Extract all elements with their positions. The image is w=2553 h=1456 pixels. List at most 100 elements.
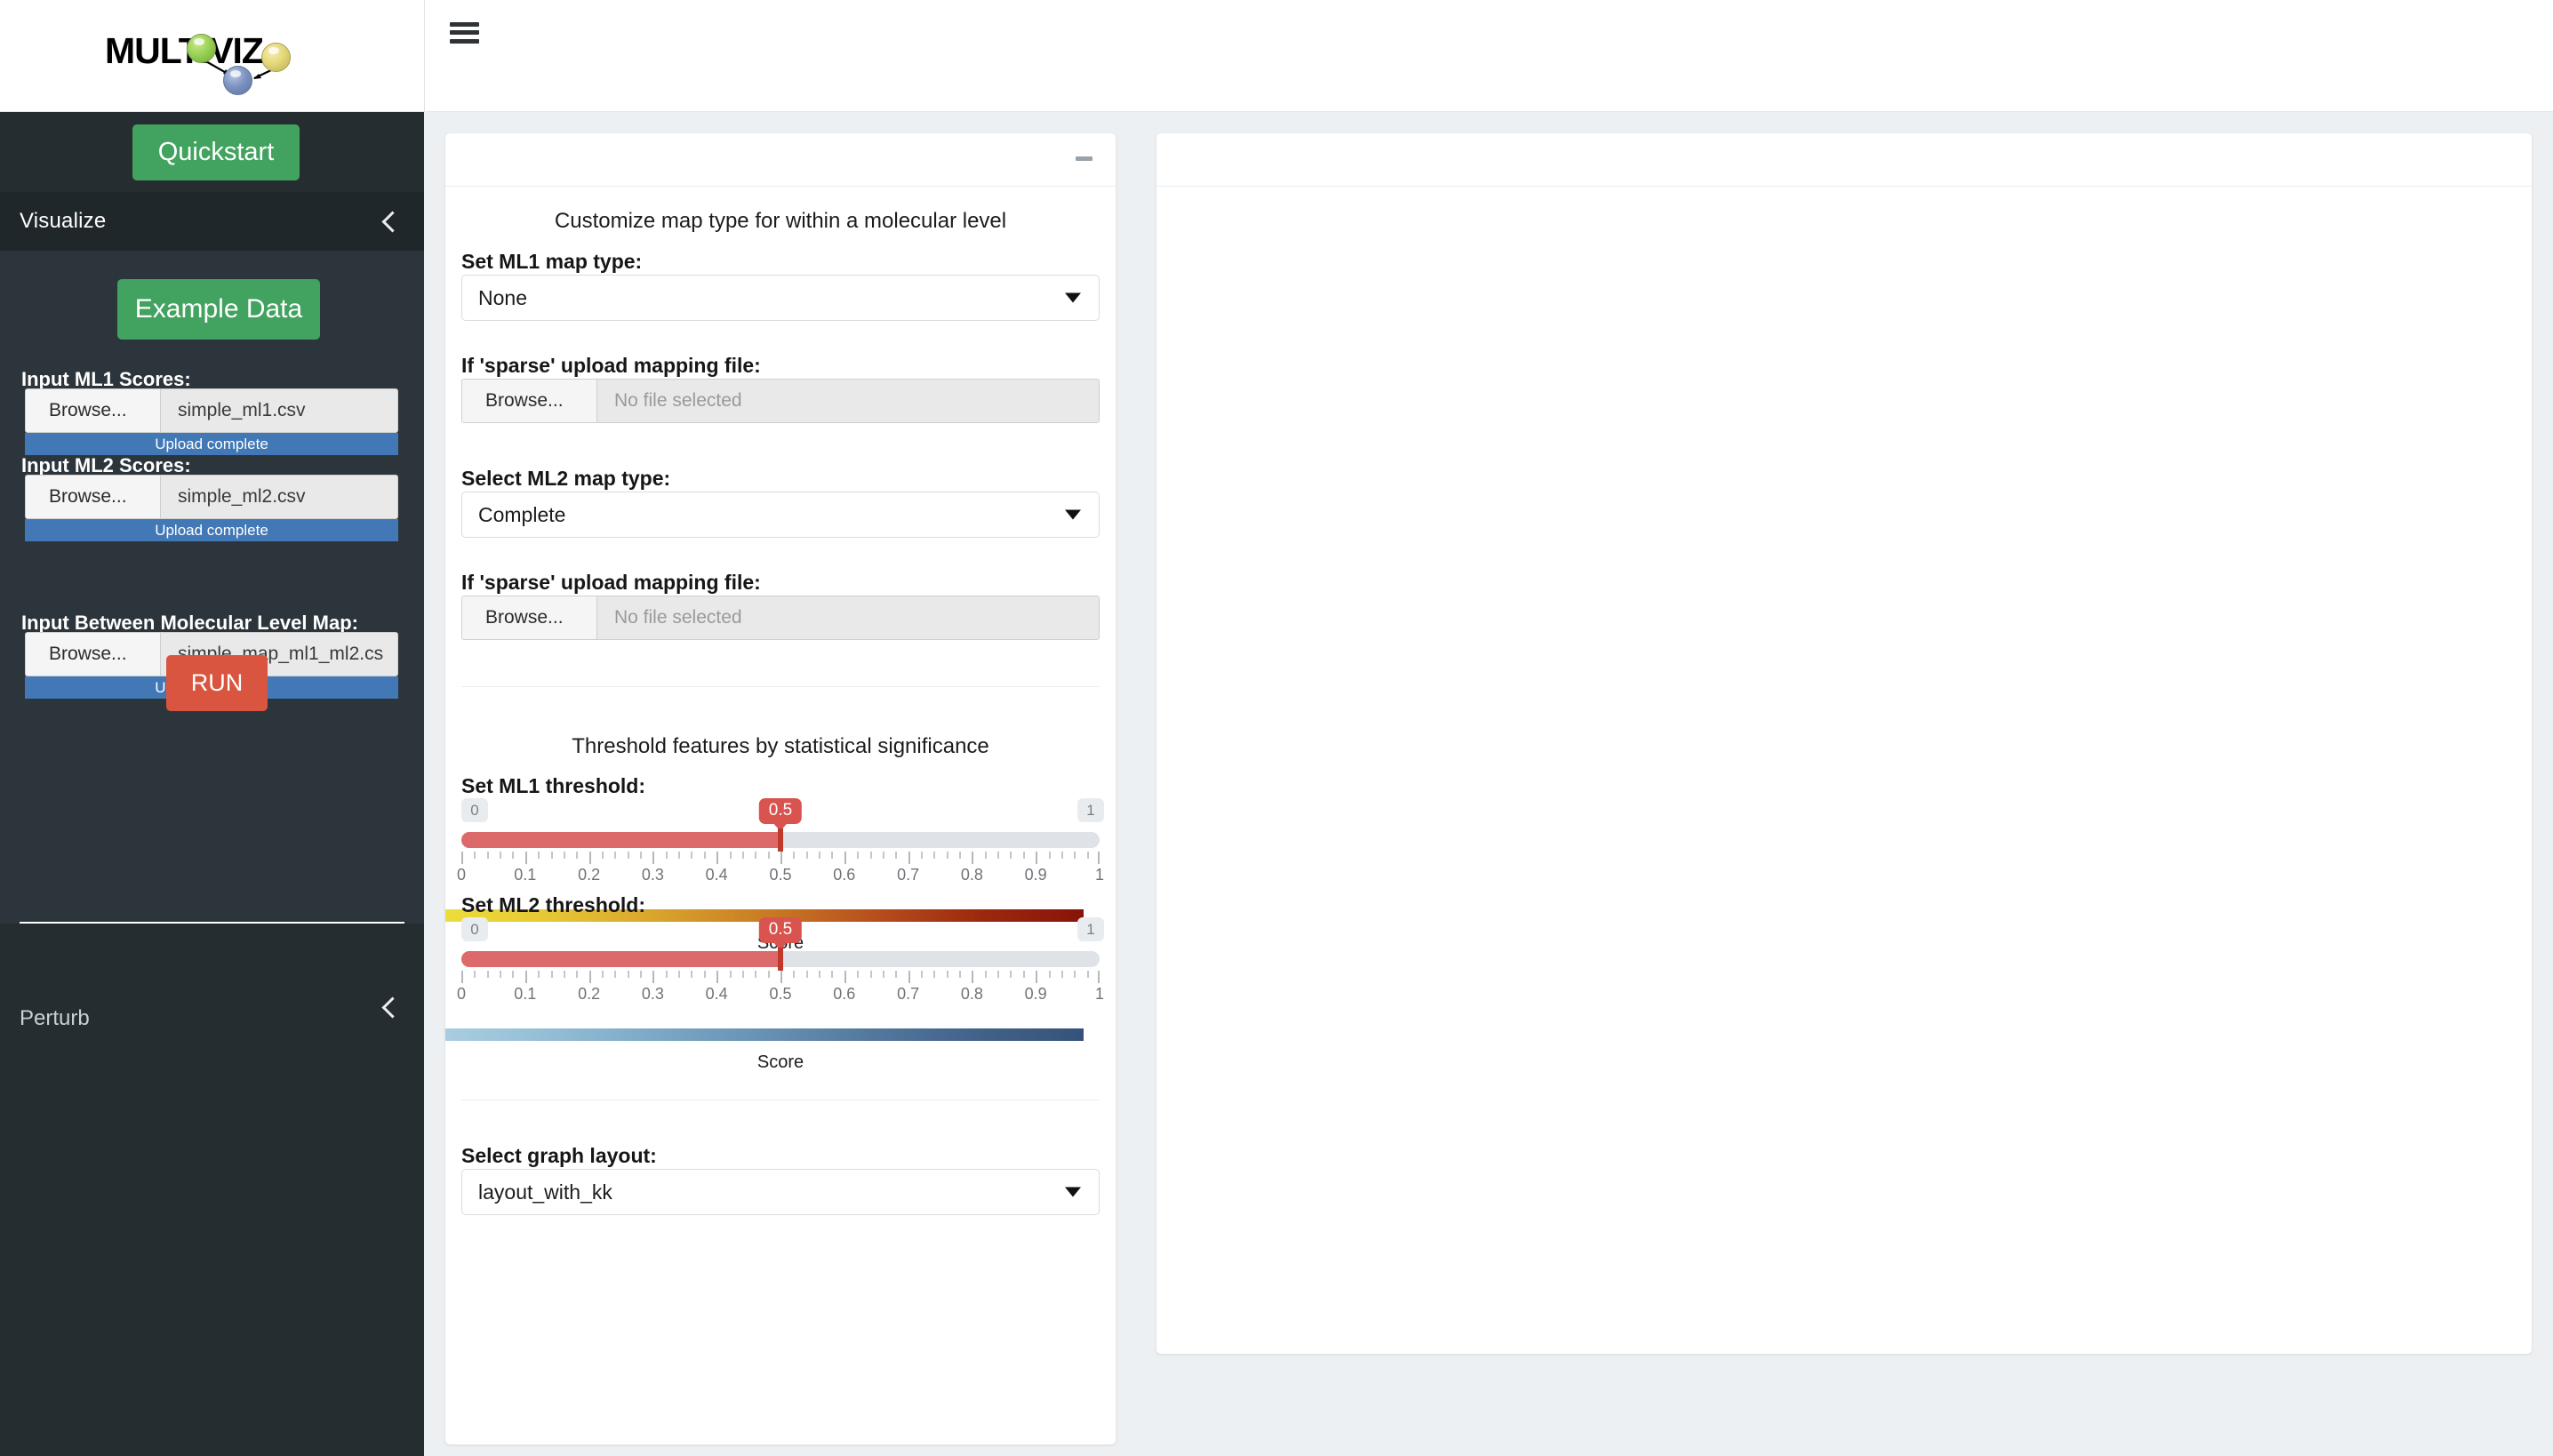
- threshold-section-heading: Threshold features by statistical signif…: [445, 734, 1116, 759]
- slider-tick-minor: [742, 971, 744, 978]
- ml2-slider-track[interactable]: [461, 951, 1100, 967]
- slider-tick-minor: [959, 971, 961, 978]
- ml2-threshold-slider[interactable]: 0 1 0.5 00.10.20.30.40.50.60.70.80.91: [461, 917, 1100, 1012]
- ml1-slider-handle[interactable]: [778, 828, 783, 852]
- slider-tick-minor: [628, 971, 629, 978]
- ml2-sparse-label: If 'sparse' upload mapping file:: [461, 571, 761, 595]
- controls-panel: Customize map type for within a molecula…: [445, 133, 1116, 1444]
- slider-tick-minor: [602, 971, 604, 978]
- slider-tick-major: [780, 971, 782, 983]
- slider-tick-minor: [1061, 971, 1063, 978]
- browse-button-ml2[interactable]: Browse...: [26, 476, 161, 518]
- slider-tick-minor: [806, 852, 808, 859]
- browse-button-ml2-sparse[interactable]: Browse...: [462, 596, 597, 639]
- slider-tick-minor: [997, 852, 999, 859]
- slider-tick-minor: [947, 852, 948, 859]
- ml2-threshold-label: Set ML2 threshold:: [461, 893, 645, 917]
- browse-button-ml1-sparse[interactable]: Browse...: [462, 380, 597, 422]
- file-input-ml1[interactable]: Browse... simple_ml1.csv: [25, 388, 398, 433]
- slider-tick-major: [1098, 852, 1100, 864]
- ml1-slider-tick-labels: 00.10.20.30.40.50.60.70.80.91: [461, 866, 1100, 887]
- slider-tick-major: [525, 971, 527, 983]
- ml1-sparse-file-input[interactable]: Browse... No file selected: [461, 379, 1100, 423]
- slider-tick-minor: [1087, 852, 1089, 859]
- ml2-map-type-select[interactable]: Complete: [461, 492, 1100, 538]
- ml2-sparse-file-input[interactable]: Browse... No file selected: [461, 596, 1100, 640]
- slider-tick-minor: [551, 971, 553, 978]
- slider-tick-minor: [564, 852, 565, 859]
- slider-tick-minor: [768, 852, 770, 859]
- slider-tick-minor: [628, 852, 629, 859]
- map-section-heading: Customize map type for within a molecula…: [445, 209, 1116, 234]
- ml1-map-type-select[interactable]: None: [461, 275, 1100, 321]
- slider-tick-major: [1036, 852, 1037, 864]
- browse-button-map[interactable]: Browse...: [26, 633, 161, 676]
- slider-tick-major: [589, 852, 591, 864]
- slider-tick-minor: [997, 971, 999, 978]
- slider-tick-major: [525, 852, 527, 864]
- visualization-panel: [1156, 133, 2532, 1354]
- app-logo: MULTIVIZ: [105, 23, 327, 91]
- slider-tick-minor: [806, 971, 808, 978]
- slider-tick-minor: [474, 971, 476, 978]
- slider-tick-minor: [921, 852, 923, 859]
- chevron-left-icon-perturb[interactable]: [381, 999, 397, 1015]
- graph-layout-select[interactable]: layout_with_kk: [461, 1169, 1100, 1215]
- ml1-slider-min-badge: 0: [461, 798, 488, 822]
- slider-tick-minor: [947, 971, 948, 978]
- slider-tick-major: [716, 852, 718, 864]
- sidebar-section-perturb[interactable]: Perturb: [0, 924, 424, 1456]
- ml1-map-type-value: None: [462, 286, 527, 310]
- ml2-slider-ticks: [461, 971, 1100, 983]
- ml1-sparse-file-name: No file selected: [597, 380, 1099, 422]
- logo-sphere-yellow: [261, 43, 291, 72]
- quickstart-button[interactable]: Quickstart: [132, 124, 300, 180]
- slider-tick-minor: [500, 971, 501, 978]
- slider-tick-minor: [793, 971, 795, 978]
- ml2-slider-value-tooltip: 0.5: [759, 917, 802, 943]
- slider-tick-label: 0.8: [961, 866, 983, 884]
- slider-tick-minor: [857, 852, 859, 859]
- visualization-panel-header: [1156, 133, 2532, 187]
- example-data-button[interactable]: Example Data: [117, 279, 320, 340]
- ml1-slider-value-tooltip: 0.5: [759, 798, 802, 824]
- graph-layout-label: Select graph layout:: [461, 1144, 657, 1168]
- slider-tick-minor: [768, 971, 770, 978]
- ml2-slider-handle[interactable]: [778, 948, 783, 971]
- ml1-slider-track[interactable]: [461, 832, 1100, 848]
- file-input-ml2[interactable]: Browse... simple_ml2.csv: [25, 475, 398, 519]
- slider-tick-minor: [576, 852, 578, 859]
- slider-tick-minor: [500, 852, 501, 859]
- slider-tick-minor: [959, 852, 961, 859]
- slider-tick-label: 0.6: [833, 985, 855, 1004]
- slider-tick-minor: [921, 971, 923, 978]
- slider-tick-minor: [819, 971, 820, 978]
- browse-button-ml1[interactable]: Browse...: [26, 389, 161, 432]
- slider-tick-minor: [487, 852, 489, 859]
- ml1-slider-max-badge: 1: [1077, 798, 1104, 822]
- file-name-ml2: simple_ml2.csv: [161, 476, 397, 518]
- slider-tick-minor: [742, 852, 744, 859]
- slider-tick-minor: [1023, 971, 1025, 978]
- slider-tick-label: 0.3: [642, 866, 664, 884]
- sidebar-section-visualize-title: Visualize: [20, 209, 106, 234]
- chevron-left-icon-visualize[interactable]: [381, 213, 397, 229]
- chevron-down-icon-ml1: [1065, 293, 1081, 303]
- ml1-threshold-slider[interactable]: 0 1 0.5 00.10.20.30.40.50.60.70.80.91: [461, 798, 1100, 892]
- slider-tick-minor: [857, 971, 859, 978]
- sidebar-section-visualize-header[interactable]: Visualize: [0, 192, 424, 251]
- ml1-sparse-label: If 'sparse' upload mapping file:: [461, 354, 761, 378]
- minimize-icon[interactable]: [1076, 156, 1092, 161]
- slider-tick-minor: [614, 852, 616, 859]
- slider-tick-minor: [985, 852, 987, 859]
- slider-tick-label: 0.8: [961, 985, 983, 1004]
- slider-tick-label: 0.5: [769, 985, 791, 1004]
- slider-tick-label: 0.7: [897, 866, 919, 884]
- slider-tick-minor: [512, 971, 514, 978]
- ml2-slider-tick-labels: 00.10.20.30.40.50.60.70.80.91: [461, 985, 1100, 1006]
- hamburger-icon[interactable]: [450, 22, 479, 44]
- visualization-panel-body[interactable]: [1156, 187, 2532, 1353]
- ml1-slider-ticks: [461, 852, 1100, 864]
- slider-tick-minor: [474, 852, 476, 859]
- run-button[interactable]: RUN: [166, 655, 268, 711]
